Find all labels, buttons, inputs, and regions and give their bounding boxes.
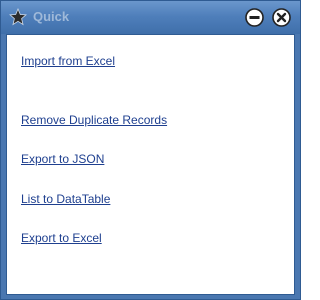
import-from-excel-link[interactable]: Import from Excel (21, 54, 115, 68)
window-title: Quick (33, 9, 70, 24)
export-to-excel-link[interactable]: Export to Excel (21, 231, 102, 245)
quick-window: Quick Import from Excel Remove Duplicate… (0, 0, 301, 300)
star-icon (9, 8, 27, 26)
minimize-button[interactable] (245, 8, 264, 27)
close-button[interactable] (272, 8, 291, 27)
close-icon (272, 8, 291, 27)
export-to-json-link[interactable]: Export to JSON (21, 152, 104, 166)
title-bar[interactable]: Quick (1, 1, 300, 34)
window-content: Import from Excel Remove Duplicate Recor… (6, 34, 295, 295)
list-to-datatable-link[interactable]: List to DataTable (21, 192, 110, 206)
minimize-icon (245, 8, 264, 27)
remove-duplicate-records-link[interactable]: Remove Duplicate Records (21, 113, 167, 127)
